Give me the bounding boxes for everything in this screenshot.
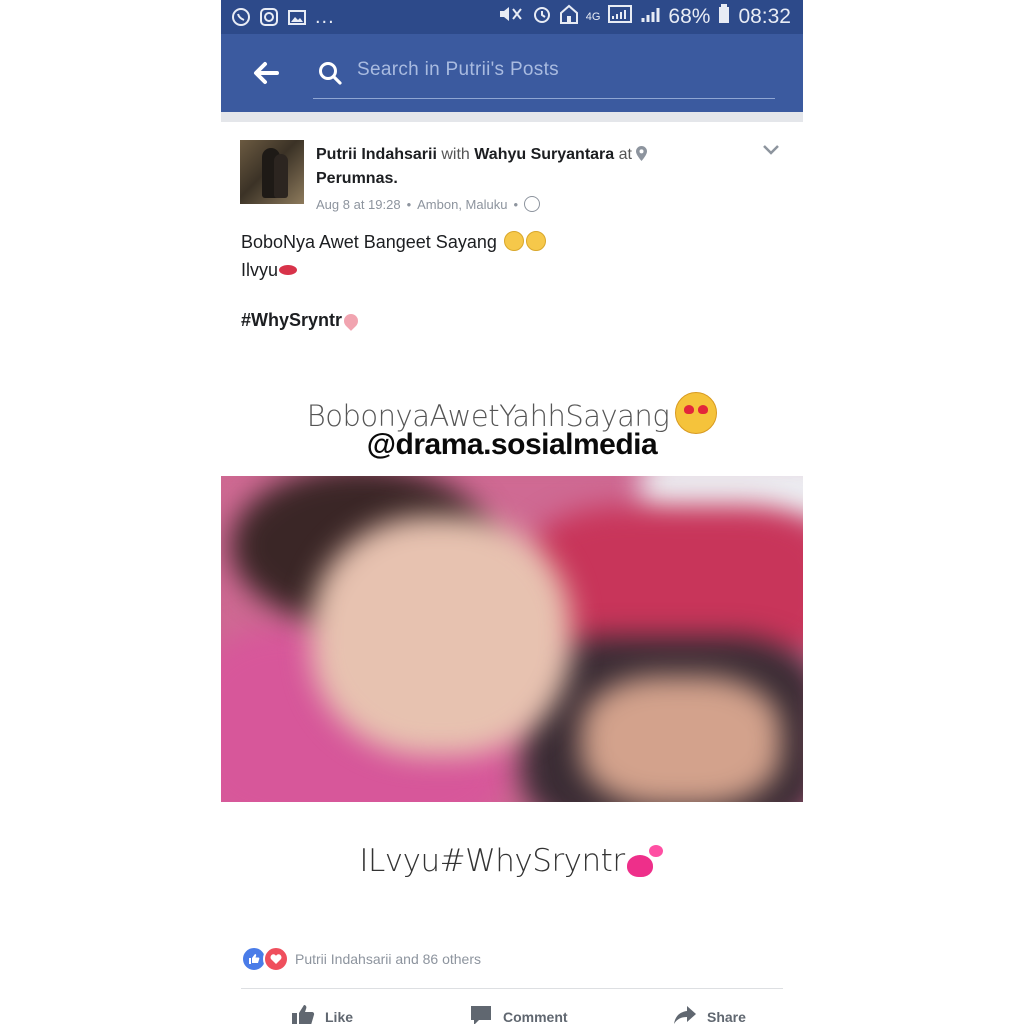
- like-button[interactable]: Like: [291, 1004, 353, 1024]
- search-placeholder: Search in Putrii's Posts: [357, 59, 559, 80]
- globe-icon: [524, 196, 541, 212]
- avatar[interactable]: [240, 140, 304, 204]
- comment-icon: [469, 1004, 493, 1024]
- place-name[interactable]: Perumnas.: [316, 170, 398, 187]
- signal-bars-icon: [640, 4, 660, 30]
- post-line-1: BoboNya Awet Bangeet Sayang: [241, 232, 497, 252]
- like-label: Like: [325, 1008, 354, 1024]
- search-input[interactable]: Search in Putrii's Posts: [313, 48, 775, 99]
- author-name[interactable]: Putrii Indahsarii: [316, 146, 437, 163]
- share-label: Share: [707, 1008, 746, 1024]
- clock: 08:32: [738, 5, 791, 28]
- status-bar: ... 4G 68% 08:32: [221, 0, 803, 34]
- location-pin-icon: [636, 145, 648, 161]
- battery-icon: [718, 4, 730, 30]
- more-notifications: ...: [315, 5, 335, 28]
- chevron-down-icon[interactable]: [761, 140, 781, 160]
- battery-percent: 68%: [668, 5, 711, 28]
- timestamp[interactable]: Aug 8 at 19:28: [316, 197, 401, 212]
- post-text: BoboNya Awet Bangeet Sayang Ilvyu: [241, 228, 546, 284]
- kiss-lips-icon: [279, 265, 298, 275]
- search-header: Search in Putrii's Posts: [221, 34, 803, 112]
- love-reaction-icon: [263, 946, 289, 972]
- signal-icon: [608, 4, 633, 30]
- status-right: 4G 68% 08:32: [498, 0, 791, 34]
- post-line-2: Ilvyu: [241, 260, 279, 280]
- watermark: @drama.sosialmedia: [366, 428, 658, 461]
- location-text[interactable]: Ambon, Maluku: [417, 197, 507, 212]
- post-actions: Like Comment Share: [221, 1004, 803, 1024]
- hashtag-text[interactable]: #WhySryntr: [241, 310, 342, 330]
- at-word: at: [618, 146, 632, 163]
- network-label: 4G: [585, 11, 601, 23]
- grin-emoji-icon-2: [525, 231, 546, 251]
- gallery-icon: [287, 7, 307, 27]
- hearts-emoji-icon: [625, 845, 665, 879]
- post-photo[interactable]: [221, 476, 803, 802]
- with-word: with: [441, 146, 470, 163]
- meta-dot-2: •: [513, 196, 519, 212]
- ribbon-heart-icon: [341, 311, 361, 331]
- tagged-name[interactable]: Wahyu Suryantara: [474, 146, 614, 163]
- image-caption-bottom-text: ILvyu#WhySryntr: [359, 843, 625, 879]
- image-caption-bottom: ILvyu#WhySryntr: [221, 843, 803, 879]
- search-icon: [317, 60, 343, 86]
- post-time: Aug 8 at 19:28 • Ambon, Maluku •: [316, 196, 541, 212]
- whatsapp-icon: [231, 7, 251, 27]
- back-arrow-icon[interactable]: [249, 56, 283, 90]
- instagram-icon: [259, 7, 279, 27]
- comment-label: Comment: [503, 1008, 568, 1024]
- alarm-icon: [532, 4, 552, 30]
- comment-button[interactable]: Comment: [469, 1004, 568, 1024]
- meta-dot: •: [406, 196, 412, 212]
- post-meta: Putrii Indahsarii with Wahyu Suryantara …: [316, 143, 696, 191]
- reactions-summary[interactable]: Putrii Indahsarii and 86 others: [241, 946, 481, 972]
- header-divider: [221, 112, 803, 122]
- thumbs-up-icon: [291, 1004, 315, 1024]
- mute-icon: [498, 4, 524, 30]
- share-arrow-icon: [673, 1004, 697, 1024]
- reactions-text: Putrii Indahsarii and 86 others: [295, 951, 481, 967]
- phone-screen: ... 4G 68% 08:32 Search in Putrii's Post…: [221, 0, 803, 1024]
- home-icon: [559, 4, 578, 30]
- status-left: ...: [231, 0, 335, 34]
- share-button[interactable]: Share: [673, 1004, 746, 1024]
- grin-emoji-icon: [503, 231, 524, 251]
- actions-divider: [241, 988, 783, 989]
- hashtag[interactable]: #WhySryntr: [241, 310, 361, 331]
